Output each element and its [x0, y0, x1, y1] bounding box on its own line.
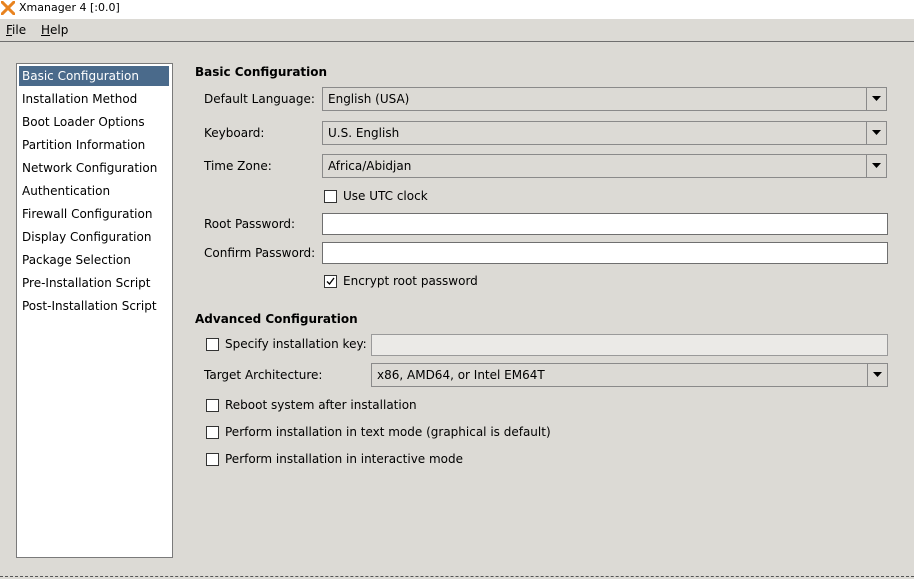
basic-configuration-title: Basic Configuration — [195, 65, 328, 79]
sidebar-item-installation-method[interactable]: Installation Method — [19, 89, 169, 109]
xmanager-logo-icon — [1, 1, 15, 15]
menu-help-label: elp — [50, 23, 69, 37]
menu-file-label: ile — [12, 23, 27, 37]
interactive-mode-install-checkbox[interactable] — [206, 453, 219, 466]
window-title: Xmanager 4 [:0.0] — [19, 1, 120, 14]
sidebar-item-package-selection[interactable]: Package Selection — [19, 250, 169, 270]
text-mode-install-checkbox[interactable] — [206, 426, 219, 439]
default-language-value: English (USA) — [328, 92, 410, 106]
dropdown-arrow-icon[interactable] — [866, 88, 886, 110]
sidebar-nav: Basic Configuration Installation Method … — [16, 63, 173, 558]
sidebar-item-pre-installation-script[interactable]: Pre-Installation Script — [19, 273, 169, 293]
dropdown-arrow-icon[interactable] — [867, 364, 887, 386]
use-utc-clock-label: Use UTC clock — [343, 189, 428, 203]
advanced-configuration-title: Advanced Configuration — [195, 312, 358, 326]
dropdown-arrow-icon[interactable] — [866, 122, 886, 144]
menu-help-mnemonic: H — [41, 23, 51, 37]
bottom-divider — [0, 576, 914, 577]
encrypt-root-password-label: Encrypt root password — [343, 274, 478, 288]
confirm-password-label: Confirm Password: — [204, 246, 316, 260]
sidebar-item-boot-loader-options[interactable]: Boot Loader Options — [19, 112, 169, 132]
encrypt-root-password-checkbox[interactable] — [324, 275, 337, 288]
target-architecture-dropdown[interactable]: x86, AMD64, or Intel EM64T — [371, 363, 888, 387]
specify-installation-key-checkbox[interactable] — [206, 338, 219, 351]
reboot-after-install-checkbox[interactable] — [206, 399, 219, 412]
sidebar-item-display-configuration[interactable]: Display Configuration — [19, 227, 169, 247]
installation-key-field[interactable] — [371, 334, 888, 356]
target-architecture-value: x86, AMD64, or Intel EM64T — [377, 368, 545, 382]
time-zone-value: Africa/Abidjan — [328, 159, 412, 173]
confirm-password-field[interactable] — [322, 242, 888, 264]
target-architecture-label: Target Architecture: — [204, 368, 323, 382]
sidebar-item-basic-configuration[interactable]: Basic Configuration — [19, 66, 169, 86]
root-password-label: Root Password: — [204, 217, 296, 231]
time-zone-label: Time Zone: — [204, 159, 272, 173]
default-language-label: Default Language: — [204, 92, 315, 106]
menu-help[interactable]: Help — [41, 23, 68, 37]
keyboard-label: Keyboard: — [204, 126, 265, 140]
dropdown-arrow-icon[interactable] — [866, 155, 886, 177]
reboot-after-install-label: Reboot system after installation — [225, 398, 417, 412]
interactive-mode-install-label: Perform installation in interactive mode — [225, 452, 464, 466]
keyboard-dropdown[interactable]: U.S. English — [322, 121, 887, 145]
default-language-dropdown[interactable]: English (USA) — [322, 87, 887, 111]
sidebar-item-post-installation-script[interactable]: Post-Installation Script — [19, 296, 169, 316]
specify-installation-key-label: Specify installation key: — [225, 337, 367, 351]
root-password-field[interactable] — [322, 213, 888, 235]
keyboard-value: U.S. English — [328, 126, 400, 140]
sidebar-item-authentication[interactable]: Authentication — [19, 181, 169, 201]
time-zone-dropdown[interactable]: Africa/Abidjan — [322, 154, 887, 178]
checkmark-icon — [326, 277, 335, 285]
window-titlebar: Xmanager 4 [:0.0] — [0, 0, 914, 20]
menu-file[interactable]: File — [6, 23, 26, 37]
text-mode-install-label: Perform installation in text mode (graph… — [225, 425, 551, 439]
sidebar-item-firewall-configuration[interactable]: Firewall Configuration — [19, 204, 169, 224]
sidebar-item-network-configuration[interactable]: Network Configuration — [19, 158, 169, 178]
menu-bar: File Help — [0, 19, 914, 42]
use-utc-clock-checkbox[interactable] — [324, 190, 337, 203]
sidebar-item-partition-information[interactable]: Partition Information — [19, 135, 169, 155]
